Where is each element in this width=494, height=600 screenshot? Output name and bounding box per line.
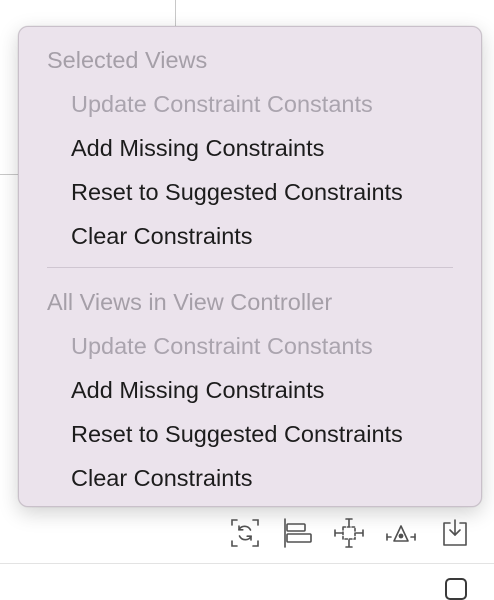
resolve-issues-button[interactable] bbox=[384, 516, 418, 550]
add-new-constraints-button[interactable] bbox=[332, 516, 366, 550]
menu-item-update-constraint-constants-all: Update Constraint Constants bbox=[71, 333, 373, 359]
resolve-auto-layout-issues-menu: Selected Views Update Constraint Constan… bbox=[18, 26, 482, 507]
resolve-auto-layout-issues-icon bbox=[386, 525, 416, 542]
menu-item-update-constraint-constants: Update Constraint Constants bbox=[71, 91, 373, 117]
canvas-guide-line bbox=[0, 174, 20, 175]
menu-item-add-missing-constraints-all[interactable]: Add Missing Constraints bbox=[19, 368, 481, 412]
toolbar-divider bbox=[0, 563, 494, 564]
menu-separator bbox=[47, 267, 453, 268]
embed-in-icon bbox=[443, 519, 467, 546]
section-header-all-views: All Views in View Controller bbox=[47, 289, 333, 315]
menu-item-clear-constraints[interactable]: Clear Constraints bbox=[19, 214, 481, 258]
add-new-constraints-icon bbox=[334, 518, 364, 548]
menu-item-add-missing-constraints[interactable]: Add Missing Constraints bbox=[19, 126, 481, 170]
menu-item-reset-to-suggested-constraints[interactable]: Reset to Suggested Constraints bbox=[19, 170, 481, 214]
checkbox[interactable] bbox=[445, 578, 467, 600]
update-frames-icon bbox=[231, 519, 259, 547]
section-header-selected-views: Selected Views bbox=[47, 47, 208, 73]
menu-item-reset-to-suggested-constraints-all[interactable]: Reset to Suggested Constraints bbox=[19, 412, 481, 456]
update-frames-button[interactable] bbox=[228, 516, 262, 550]
align-button[interactable] bbox=[280, 516, 314, 550]
align-icon bbox=[284, 518, 312, 548]
embed-in-button[interactable] bbox=[438, 516, 472, 550]
menu-item-clear-constraints-all[interactable]: Clear Constraints bbox=[19, 456, 481, 500]
